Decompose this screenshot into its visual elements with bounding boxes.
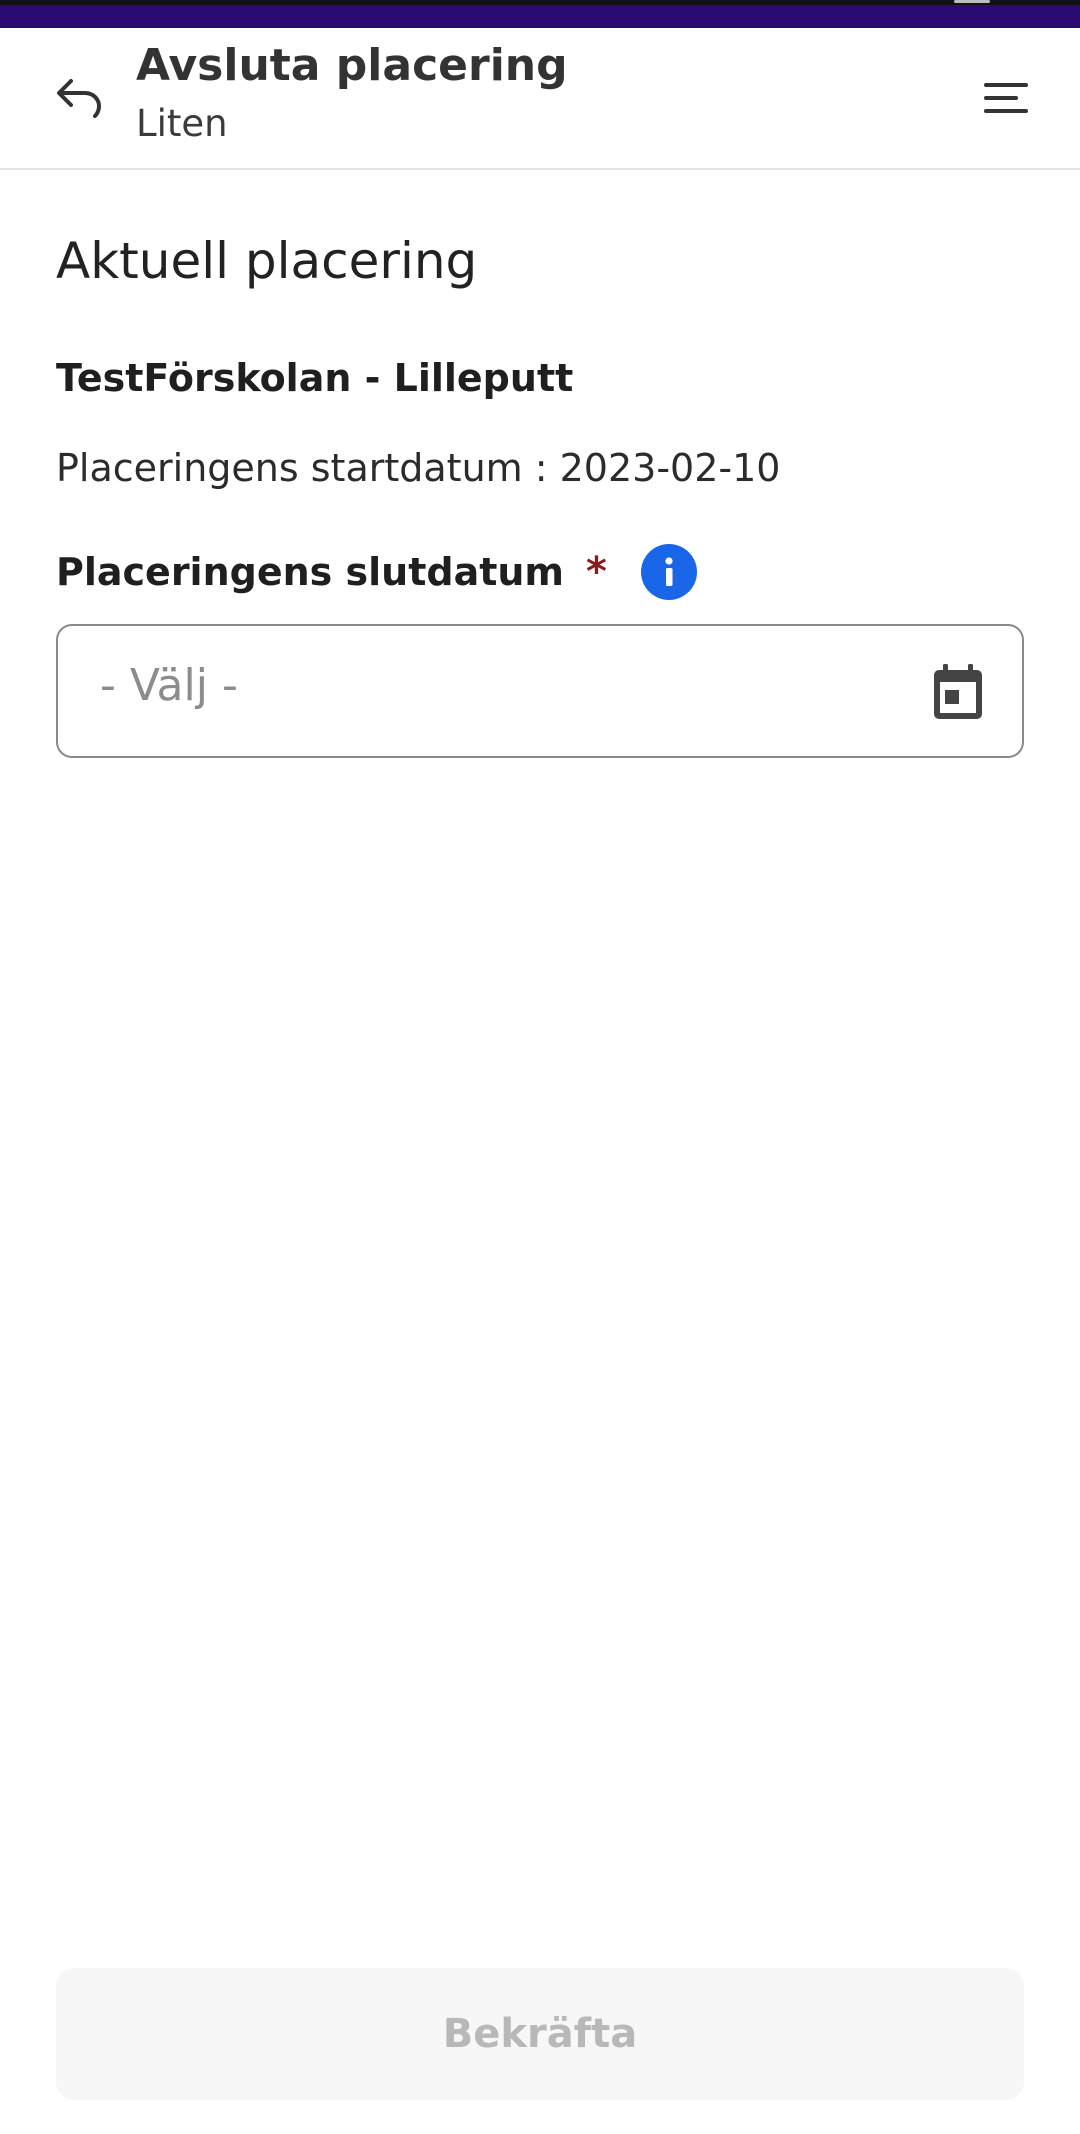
placement-unit-name: TestFörskolan - Lilleputt bbox=[56, 356, 574, 400]
status-indicator bbox=[954, 0, 990, 3]
end-date-label-row: Placeringens slutdatum * bbox=[56, 542, 697, 602]
info-button[interactable] bbox=[640, 544, 697, 600]
required-marker: * bbox=[586, 549, 607, 595]
app-header: Avsluta placering Liten bbox=[0, 28, 1080, 170]
hamburger-menu-icon bbox=[984, 83, 1028, 113]
status-bar-edge bbox=[0, 0, 1080, 5]
status-bar bbox=[0, 0, 1080, 28]
confirm-button[interactable]: Bekräfta bbox=[56, 1968, 1024, 2100]
calendar-icon bbox=[934, 664, 982, 719]
calendar-button[interactable] bbox=[928, 660, 988, 724]
page-title: Avsluta placering bbox=[136, 40, 568, 91]
back-arrow-icon bbox=[57, 79, 101, 118]
end-date-label: Placeringens slutdatum bbox=[56, 550, 565, 594]
end-date-placeholder: - Välj - bbox=[100, 660, 238, 711]
info-icon bbox=[665, 557, 673, 586]
section-title: Aktuell placering bbox=[56, 232, 478, 290]
menu-button[interactable] bbox=[974, 70, 1038, 126]
back-button[interactable] bbox=[48, 66, 110, 128]
page-subtitle: Liten bbox=[136, 102, 228, 145]
end-date-field[interactable]: - Välj - bbox=[56, 624, 1024, 758]
placement-start-date: Placeringens startdatum : 2023-02-10 bbox=[56, 446, 781, 490]
